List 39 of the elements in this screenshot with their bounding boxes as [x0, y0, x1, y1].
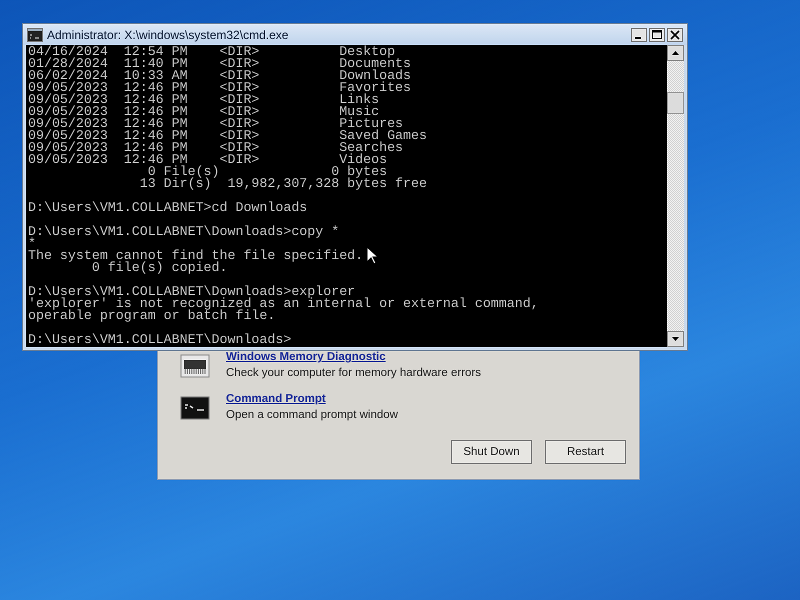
console-line: D:\Users\VM1.COLLABNET\Downloads>copy *	[28, 226, 340, 238]
dialog-button[interactable]: Shut Down	[451, 440, 532, 464]
console-line: 09/05/2023 12:46 PM <DIR> Favorites	[28, 82, 412, 94]
console-line: 09/05/2023 12:46 PM <DIR> Music	[28, 106, 380, 118]
scroll-down-icon[interactable]	[667, 331, 684, 347]
console-line: 'explorer' is not recognized as an internal or external command,	[28, 298, 539, 310]
tool-link[interactable]: Windows Memory Diagnostic	[226, 351, 481, 363]
close-button[interactable]	[667, 28, 683, 42]
console-line: The system cannot find the file specified.	[28, 250, 364, 262]
maximize-button[interactable]	[649, 28, 665, 42]
console-line: 13 Dir(s) 19,982,307,328 bytes free	[138, 178, 427, 190]
console-icon	[27, 28, 43, 42]
console-line: 09/05/2023 12:46 PM <DIR> Links	[28, 94, 380, 106]
console-icon	[180, 396, 210, 420]
console-line: operable program or batch file.	[28, 310, 276, 322]
console-line: D:\Users\VM1.COLLABNET>cd Downloads	[28, 202, 308, 214]
tool-description: Check your computer for memory hardware errors	[226, 367, 481, 379]
tool-description: Open a command prompt window	[226, 409, 398, 421]
tool-link[interactable]: Command Prompt	[226, 393, 398, 405]
window-title: Administrator: X:\windows\system32\cmd.exe	[47, 28, 288, 42]
console-line: 0 File(s) 0 bytes	[148, 166, 388, 178]
console-line: 01/28/2024 11:40 PM <DIR> Documents	[28, 58, 412, 70]
pointer-icon	[366, 246, 378, 265]
console-line: *	[28, 238, 36, 250]
scroll-thumb[interactable]	[667, 92, 684, 114]
console-line: 09/05/2023 12:46 PM <DIR> Saved Games	[28, 130, 427, 142]
dialog-button[interactable]: Restart	[545, 440, 626, 464]
console-line: 09/05/2023 12:46 PM <DIR> Pictures	[28, 118, 404, 130]
console-line: 0 file(s) copied.	[92, 262, 228, 274]
console-line: D:\Users\VM1.COLLABNET\Downloads>explorer	[28, 286, 356, 298]
scroll-up-icon[interactable]	[667, 45, 684, 61]
scrollbar[interactable]	[667, 45, 684, 347]
console-line: 06/02/2024 10:33 AM <DIR> Downloads	[28, 70, 412, 82]
memory-chip-icon	[180, 354, 210, 378]
console-line: D:\Users\VM1.COLLABNET\Downloads>	[28, 334, 292, 346]
console-line: 09/05/2023 12:46 PM <DIR> Searches	[28, 142, 404, 154]
console-line: 04/16/2024 12:54 PM <DIR> Desktop	[28, 46, 396, 58]
console-line: 09/05/2023 12:46 PM <DIR> Videos	[28, 154, 388, 166]
minimize-button[interactable]	[631, 28, 647, 42]
